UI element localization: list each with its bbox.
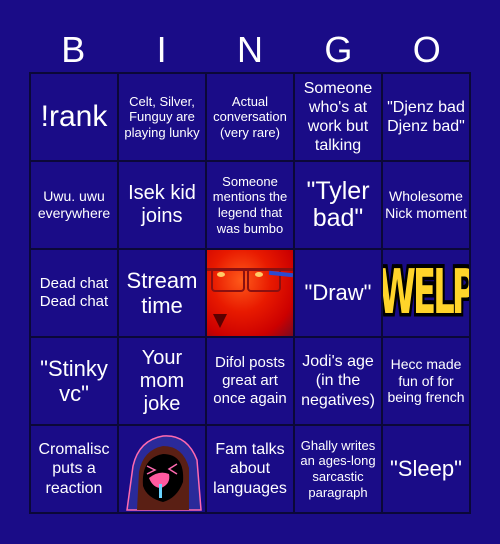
cell-text: Hecc made fun of for being french (387, 355, 465, 406)
bingo-grid: !rank Celt, Silver, Funguy are playing l… (29, 72, 471, 514)
cell-text: Your mom joke (139, 346, 185, 415)
cell-text: Jodi's age (in the negatives) (301, 353, 375, 409)
welp-text-icon: WELP (382, 257, 470, 329)
bingo-cell[interactable]: Ghally writes an ages-long sarcastic par… (294, 425, 382, 513)
cell-text: Difol posts great art once again (213, 354, 287, 407)
cell-text: Isek kid joins (128, 182, 196, 227)
cell-text: "Tyler bad" (306, 176, 370, 232)
cell-text: "Stinky vc" (40, 355, 108, 406)
bingo-cell[interactable]: Difol posts great art once again (206, 337, 294, 425)
cell-text: "Djenz bad Djenz bad" (387, 98, 465, 135)
cell-text: Someone mentions the legend that was bum… (212, 173, 288, 236)
header-letter-i: I (156, 29, 167, 70)
bingo-cell[interactable]: Wholesome Nick moment (382, 161, 470, 249)
bingo-cell[interactable]: !rank (30, 73, 118, 161)
cell-text: Ghally writes an ages-long sarcastic par… (300, 437, 376, 500)
hooded-crying-character-icon (126, 435, 202, 511)
cell-text: Stream time (126, 267, 198, 318)
cell-text: !rank (40, 100, 108, 133)
bingo-cell-image[interactable] (118, 425, 206, 513)
bingo-cell[interactable]: Cromalisc puts a reaction (30, 425, 118, 513)
cell-text: Fam talks about languages (213, 441, 287, 497)
cell-text: Dead chat Dead chat (39, 275, 109, 310)
bingo-cell[interactable]: Uwu. uwu everywhere (30, 161, 118, 249)
bingo-cell[interactable]: "Tyler bad" (294, 161, 382, 249)
bingo-cell[interactable]: Stream time (118, 249, 206, 337)
bingo-cell[interactable]: Jodi's age (in the negatives) (294, 337, 382, 425)
bingo-cell[interactable]: Fam talks about languages (206, 425, 294, 513)
bingo-header: B I N G O (29, 28, 471, 72)
bingo-cell[interactable]: "Sleep" (382, 425, 470, 513)
bingo-cell[interactable]: Hecc made fun of for being french (382, 337, 470, 425)
cell-text: Cromalisc puts a reaction (38, 441, 110, 497)
bingo-cell[interactable]: Celt, Silver, Funguy are playing lunky (118, 73, 206, 161)
bingo-cell[interactable]: Someone who's at work but talking (294, 73, 382, 161)
bingo-cell[interactable]: Someone mentions the legend that was bum… (206, 161, 294, 249)
cell-text: Celt, Silver, Funguy are playing lunky (124, 93, 200, 140)
bingo-cell-image[interactable] (206, 249, 294, 337)
bingo-cell[interactable]: "Draw" (294, 249, 382, 337)
bingo-cell[interactable]: Your mom joke (118, 337, 206, 425)
header-letter-b: B (61, 29, 86, 70)
cell-text: Uwu. uwu everywhere (37, 188, 111, 221)
bingo-cell[interactable]: Isek kid joins (118, 161, 206, 249)
header-letter-o: O (412, 29, 441, 70)
cell-text: "Sleep" (390, 456, 462, 482)
cell-text: Actual conversation (very rare) (213, 93, 287, 140)
header-letter-n: N (236, 29, 263, 70)
bingo-cell[interactable]: Actual conversation (very rare) (206, 73, 294, 161)
bingo-cell[interactable]: "Djenz bad Djenz bad" (382, 73, 470, 161)
cell-text: "Draw" (304, 280, 372, 306)
cell-text: Wholesome Nick moment (385, 188, 467, 221)
bingo-cell[interactable]: "Stinky vc" (30, 337, 118, 425)
bingo-cell-image[interactable]: WELP (382, 249, 470, 337)
red-face-photo-icon (207, 250, 293, 336)
header-letter-g: G (324, 29, 353, 70)
bingo-cell[interactable]: Dead chat Dead chat (30, 249, 118, 337)
cell-text: Someone who's at work but talking (303, 79, 373, 155)
